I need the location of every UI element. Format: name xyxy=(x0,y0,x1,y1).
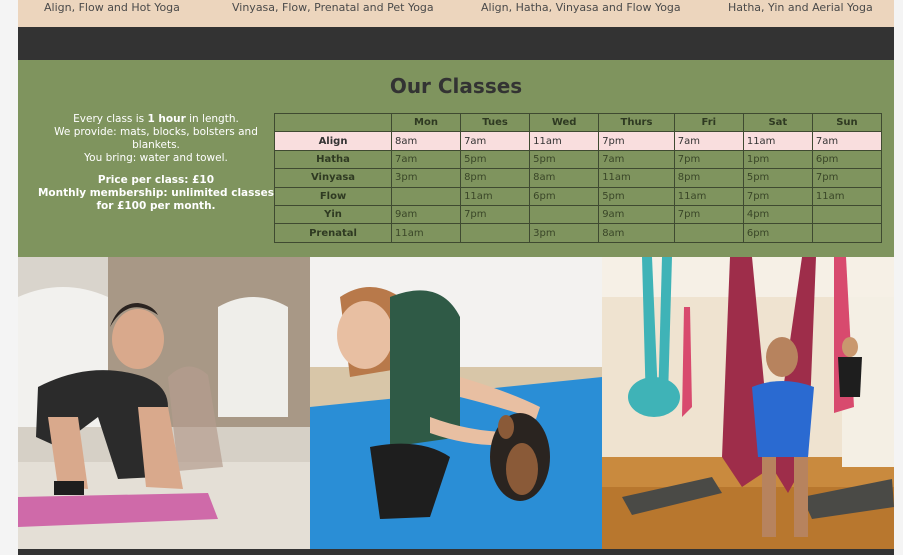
class-name: Align xyxy=(274,131,392,151)
time-cell: 7am xyxy=(390,149,462,170)
time-cell: 9am xyxy=(598,204,675,225)
class-name: Prenatal xyxy=(274,223,392,243)
class-types-label: Vinyasa, Flow, Prenatal and Pet Yoga xyxy=(232,1,434,14)
time-cell: 11am xyxy=(598,168,675,188)
time-cell: 5pm xyxy=(598,186,675,206)
dark-divider-bar xyxy=(18,27,894,60)
time-cell: 6pm xyxy=(811,149,883,170)
time-cell: 1pm xyxy=(742,149,813,170)
time-cell: 7pm xyxy=(673,204,744,225)
time-cell: 11am xyxy=(529,131,600,151)
time-cell: 7am xyxy=(811,131,883,151)
time-cell: 11am xyxy=(811,186,883,206)
day-header: Wed xyxy=(529,112,600,133)
provided-items-text: We provide: mats, blocks, bolsters and b… xyxy=(54,126,258,151)
time-cell xyxy=(390,186,462,206)
time-cell: 6pm xyxy=(529,186,600,206)
time-cell: 4pm xyxy=(742,204,813,225)
time-cell: 7am xyxy=(598,149,675,170)
day-header: Sat xyxy=(742,112,813,133)
time-cell: 8am xyxy=(598,223,675,243)
time-cell: 5pm xyxy=(529,149,600,170)
day-header: Thurs xyxy=(598,112,675,133)
table-row: Align 8am 7am 11am 7pm 7am 11am 7am xyxy=(274,131,883,151)
class-name: Hatha xyxy=(274,149,392,170)
price-text: Price per class: £10 xyxy=(97,174,215,186)
table-row: Prenatal 11am 3pm 8am 6pm xyxy=(274,223,883,243)
time-cell: 11am xyxy=(673,186,744,206)
time-cell: 6pm xyxy=(742,223,813,243)
day-header: Tues xyxy=(460,112,531,133)
time-cell: 3pm xyxy=(390,168,462,188)
header-corner xyxy=(274,112,392,133)
time-cell: 7am xyxy=(460,131,531,151)
time-cell xyxy=(460,223,531,243)
time-cell: 8am xyxy=(390,131,462,151)
time-cell: 3pm xyxy=(529,223,600,243)
bring-items-text: You bring: water and towel. xyxy=(84,152,228,164)
time-cell: 8am xyxy=(529,168,600,188)
day-header: Sun xyxy=(811,112,883,133)
class-types-label: Align, Flow and Hot Yoga xyxy=(44,1,180,14)
class-name: Yin xyxy=(274,204,392,225)
time-cell xyxy=(529,204,600,225)
time-cell: 7pm xyxy=(598,131,675,151)
class-types-band: Align, Flow and Hot Yoga Vinyasa, Flow, … xyxy=(18,0,894,27)
table-header-row: Mon Tues Wed Thurs Fri Sat Sun xyxy=(274,112,883,133)
class-types-label: Hatha, Yin and Aerial Yoga xyxy=(728,1,873,14)
pet-yoga-photo xyxy=(310,257,602,549)
time-cell: 7pm xyxy=(673,149,744,170)
class-info: Every class is 1 hour in length. We prov… xyxy=(36,113,276,213)
class-name: Flow xyxy=(274,186,392,206)
membership-text: Monthly membership: unlimited classes fo… xyxy=(37,187,275,212)
time-cell: 8pm xyxy=(460,168,531,188)
table-row: Vinyasa 3pm 8pm 8am 11am 8pm 5pm 7pm xyxy=(274,168,883,188)
time-cell xyxy=(811,204,883,225)
day-header: Fri xyxy=(673,112,744,133)
time-cell: 11am xyxy=(742,131,813,151)
time-cell: 7am xyxy=(673,131,744,151)
day-header: Mon xyxy=(390,112,462,133)
time-cell: 11am xyxy=(390,223,462,243)
classes-section: Our Classes Every class is 1 hour in len… xyxy=(18,60,894,257)
time-cell: 5pm xyxy=(742,168,813,188)
time-cell: 5pm xyxy=(460,149,531,170)
aerial-yoga-photo xyxy=(602,257,894,549)
time-cell: 7pm xyxy=(742,186,813,206)
plank-yoga-photo xyxy=(18,257,310,549)
table-row: Hatha 7am 5pm 5pm 7am 7pm 1pm 6pm xyxy=(274,149,883,170)
page: Align, Flow and Hot Yoga Vinyasa, Flow, … xyxy=(18,0,894,555)
time-cell xyxy=(673,223,744,243)
class-length-text: Every class is 1 hour in length. xyxy=(73,113,239,125)
time-cell: 11am xyxy=(460,186,531,206)
time-cell: 8pm xyxy=(673,168,744,188)
class-schedule-table: Mon Tues Wed Thurs Fri Sat Sun Align 8am… xyxy=(274,112,883,243)
time-cell: 9am xyxy=(390,204,462,225)
time-cell xyxy=(811,223,883,243)
time-cell: 7pm xyxy=(811,168,883,188)
bottom-bar xyxy=(18,549,894,555)
table-row: Flow 11am 6pm 5pm 11am 7pm 11am xyxy=(274,186,883,206)
class-name: Vinyasa xyxy=(274,168,392,188)
time-cell: 7pm xyxy=(460,204,531,225)
class-types-label: Align, Hatha, Vinyasa and Flow Yoga xyxy=(481,1,681,14)
section-title: Our Classes xyxy=(389,74,523,98)
table-row: Yin 9am 7pm 9am 7pm 4pm xyxy=(274,204,883,225)
